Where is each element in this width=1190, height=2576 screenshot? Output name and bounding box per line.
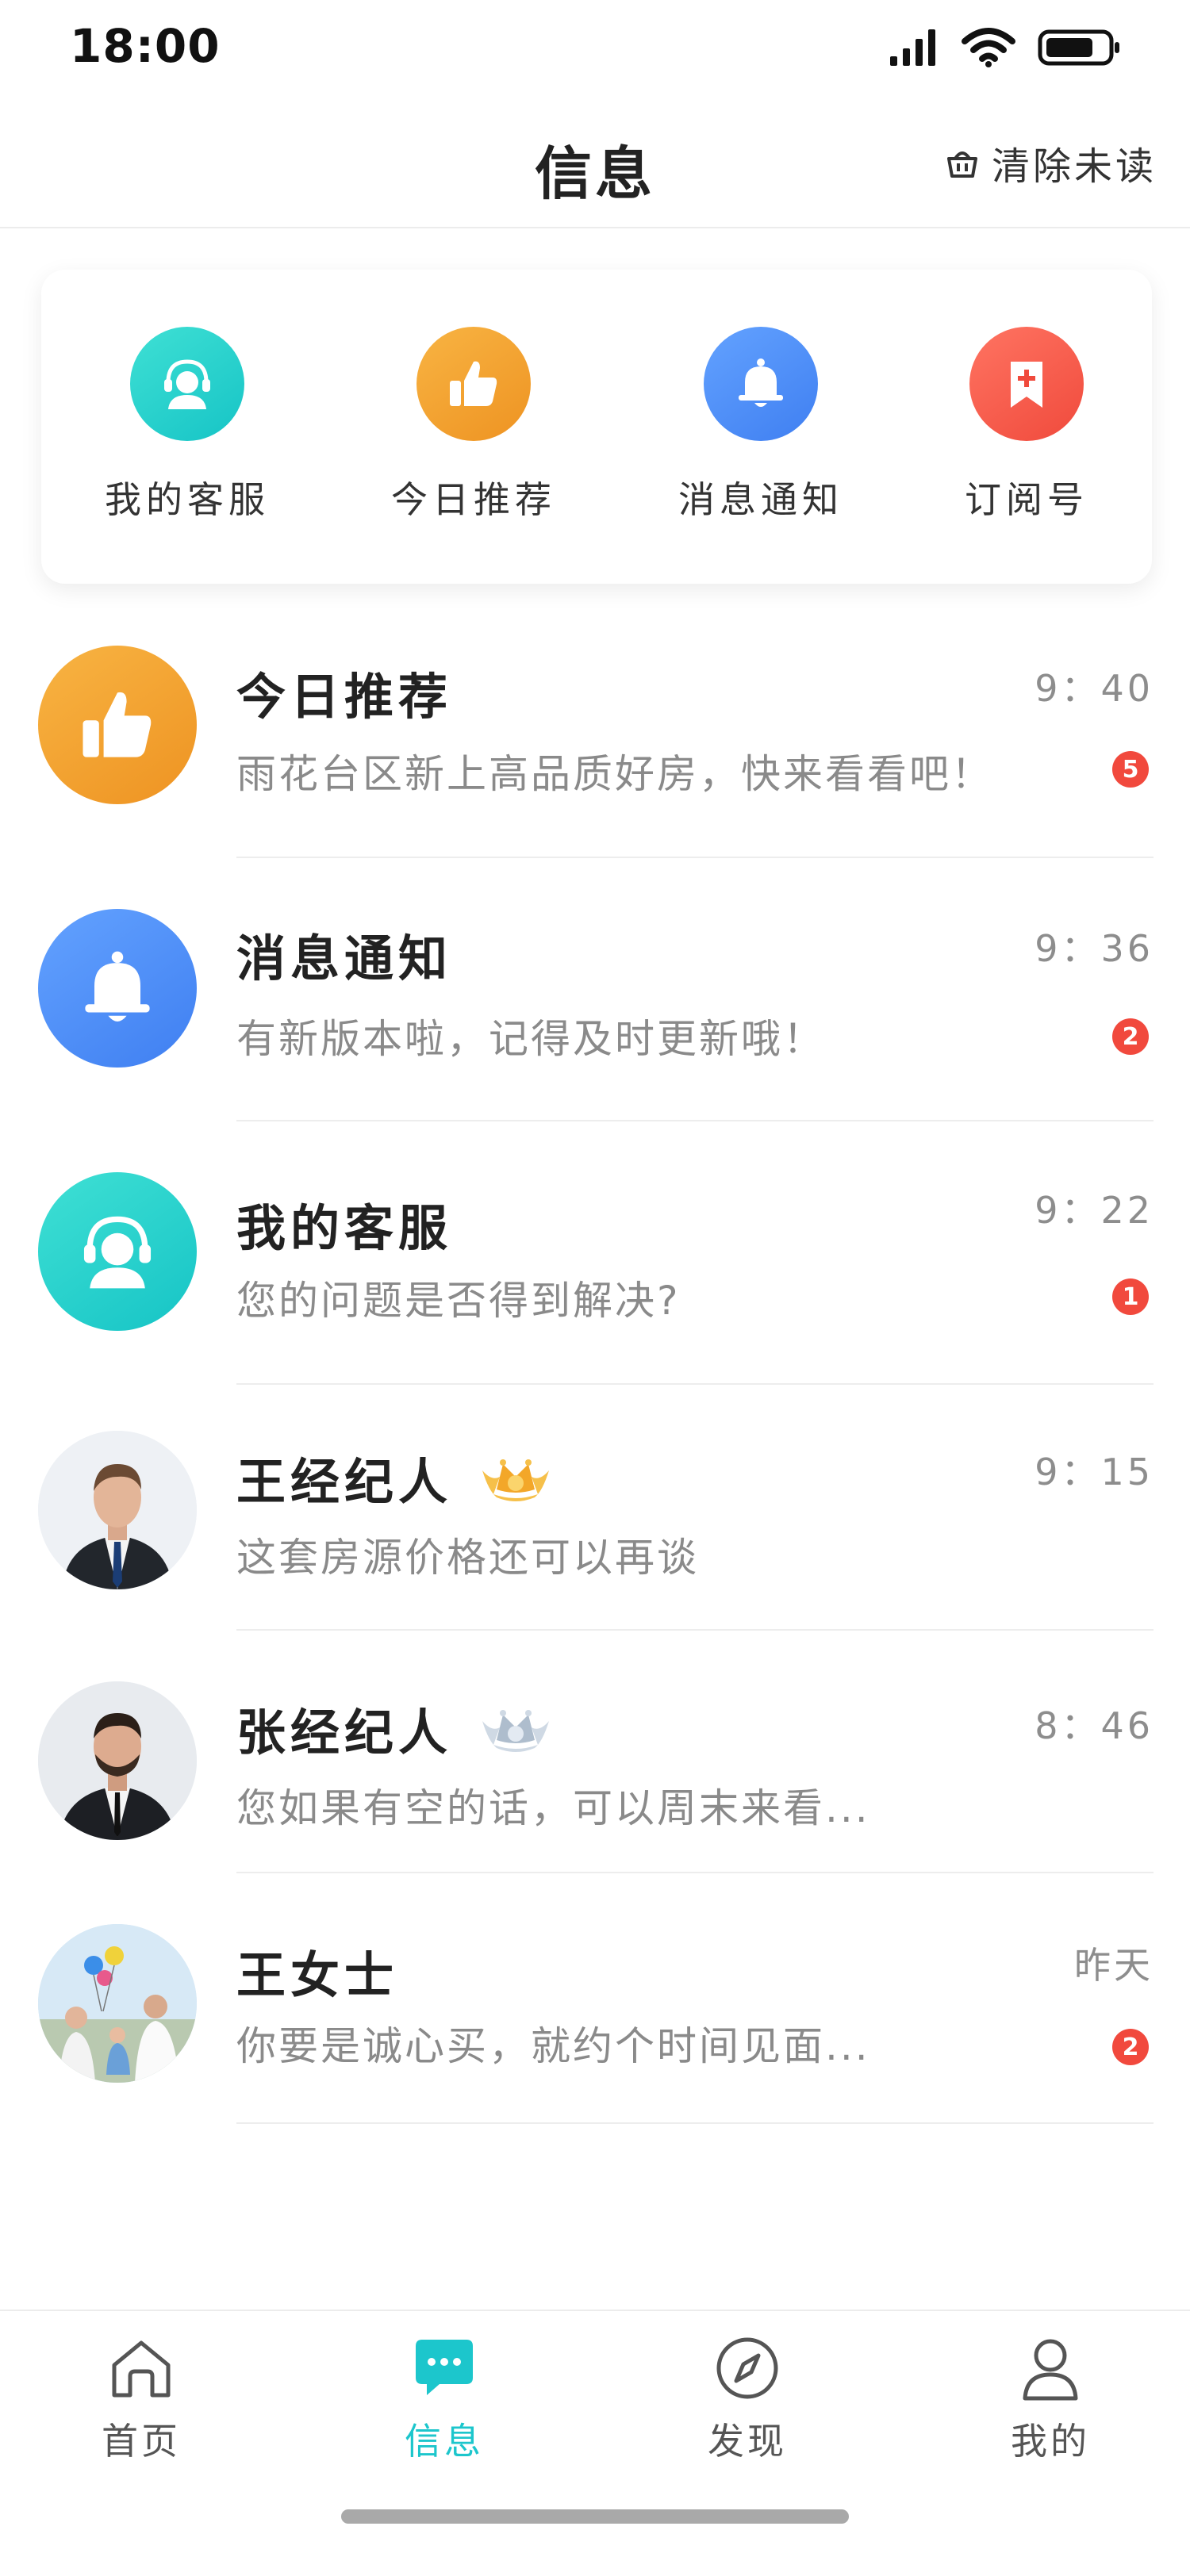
unread-badge: 5 (1112, 751, 1149, 788)
status-icons (889, 25, 1122, 70)
unread-badge: 1 (1112, 1278, 1149, 1315)
basket-icon (946, 151, 977, 178)
quick-entry-recommend[interactable]: 今日推荐 (355, 327, 593, 523)
message-preview: 这套房源价格还可以再谈 (236, 1535, 699, 1581)
avatar-agent-photo (38, 1431, 197, 1589)
avatar-thumbs-up-icon (38, 646, 197, 804)
compass-icon (668, 2330, 827, 2406)
status-bar: 18:00 (0, 0, 1190, 95)
message-row-customer-service[interactable]: 我的客服 您的问题是否得到解决? 9：22 1 (0, 1169, 1190, 1385)
tab-label: 首页 (102, 2420, 181, 2463)
message-row-agent-wang[interactable]: 王经纪人 这套房源价格还可以再谈 9：15 (0, 1431, 1190, 1631)
quick-entry-subscription[interactable]: 订阅号 (908, 327, 1146, 523)
divider (236, 2122, 1154, 2124)
message-name: 张经纪人 (236, 1692, 555, 1764)
message-name-text: 张经纪人 (236, 1704, 453, 1761)
battery-icon (1038, 29, 1119, 66)
avatar-headset-user-icon (38, 1172, 197, 1331)
bell-icon (704, 327, 818, 441)
status-time: 18:00 (70, 19, 221, 73)
wifi-icon (962, 28, 1015, 67)
message-time: 9：22 (1035, 1189, 1154, 1232)
avatar-agent-photo (38, 1681, 197, 1840)
silver-crown-icon (482, 1710, 550, 1752)
tab-messages[interactable]: 信息 (365, 2330, 524, 2465)
clear-unread-button[interactable]: 清除未读 (944, 135, 1157, 190)
quick-entry-label: 订阅号 (965, 478, 1088, 521)
divider (236, 1383, 1154, 1385)
message-preview: 你要是诚心买，就约个时间见面... (236, 2023, 870, 2069)
quick-entry-label: 我的客服 (105, 478, 270, 521)
message-row-notification[interactable]: 消息通知 有新版本啦，记得及时更新哦！ 9：36 2 (0, 906, 1190, 1121)
thumbs-up-icon (416, 327, 531, 441)
headset-user-icon (130, 327, 244, 441)
avatar-family-photo (38, 1924, 197, 2083)
message-row-recommend[interactable]: 今日推荐 雨花台区新上高品质好房，快来看看吧！ 9：40 5 (0, 642, 1190, 858)
message-time: 9：15 (1035, 1451, 1154, 1493)
message-name: 王女士 (236, 1946, 399, 2004)
tab-label: 发现 (708, 2420, 787, 2463)
message-row-agent-zhang[interactable]: 张经纪人 您如果有空的话，可以周末来看... 8：46 (0, 1681, 1190, 1873)
user-icon (971, 2330, 1130, 2406)
tab-profile[interactable]: 我的 (971, 2330, 1130, 2465)
message-preview: 雨花台区新上高品质好房，快来看看吧！ (236, 751, 993, 797)
home-icon (62, 2330, 221, 2406)
message-time: 8：46 (1035, 1704, 1154, 1747)
unread-badge: 2 (1112, 1018, 1149, 1055)
message-name-text: 王经纪人 (236, 1453, 453, 1511)
tab-discover[interactable]: 发现 (668, 2330, 827, 2465)
message-name: 我的客服 (236, 1199, 453, 1257)
quick-entry-customer-service[interactable]: 我的客服 (68, 327, 306, 523)
quick-entry-notification[interactable]: 消息通知 (642, 327, 880, 523)
tab-label: 信息 (405, 2420, 484, 2463)
avatar-bell-icon (38, 909, 197, 1068)
divider (236, 857, 1154, 858)
divider (236, 1120, 1154, 1121)
message-preview: 您的问题是否得到解决? (236, 1278, 681, 1324)
signal-icon (890, 29, 935, 66)
quick-entry-label: 今日推荐 (391, 478, 556, 521)
nav-bar: 信息 清除未读 (0, 103, 1190, 228)
tab-home[interactable]: 首页 (62, 2330, 221, 2465)
divider (236, 1872, 1154, 1873)
message-time: 9：36 (1035, 927, 1154, 970)
message-preview: 有新版本啦，记得及时更新哦！ (236, 1016, 825, 1062)
clear-unread-label: 清除未读 (991, 144, 1157, 189)
message-name: 今日推荐 (236, 668, 453, 726)
message-time: 昨天 (1074, 1944, 1154, 1987)
unread-badge: 2 (1112, 2029, 1149, 2065)
message-name: 消息通知 (236, 930, 453, 987)
message-preview: 您如果有空的话，可以周末来看... (236, 1785, 870, 1831)
chat-icon (365, 2330, 524, 2406)
message-name: 王经纪人 (236, 1442, 555, 1513)
quick-entries-card: 我的客服 今日推荐 消息通知 订阅号 (41, 270, 1152, 584)
message-time: 9：40 (1035, 667, 1154, 710)
divider (236, 1629, 1154, 1631)
tab-bar: 首页 信息 发现 我的 (0, 2310, 1190, 2576)
home-indicator[interactable] (341, 2509, 849, 2524)
tab-label: 我的 (1011, 2420, 1090, 2463)
gold-crown-icon (482, 1459, 550, 1501)
bookmark-plus-icon (969, 327, 1084, 441)
message-row-ms-wang[interactable]: 王女士 你要是诚心买，就约个时间见面... 昨天 2 (0, 1924, 1190, 2124)
quick-entry-label: 消息通知 (678, 478, 843, 521)
